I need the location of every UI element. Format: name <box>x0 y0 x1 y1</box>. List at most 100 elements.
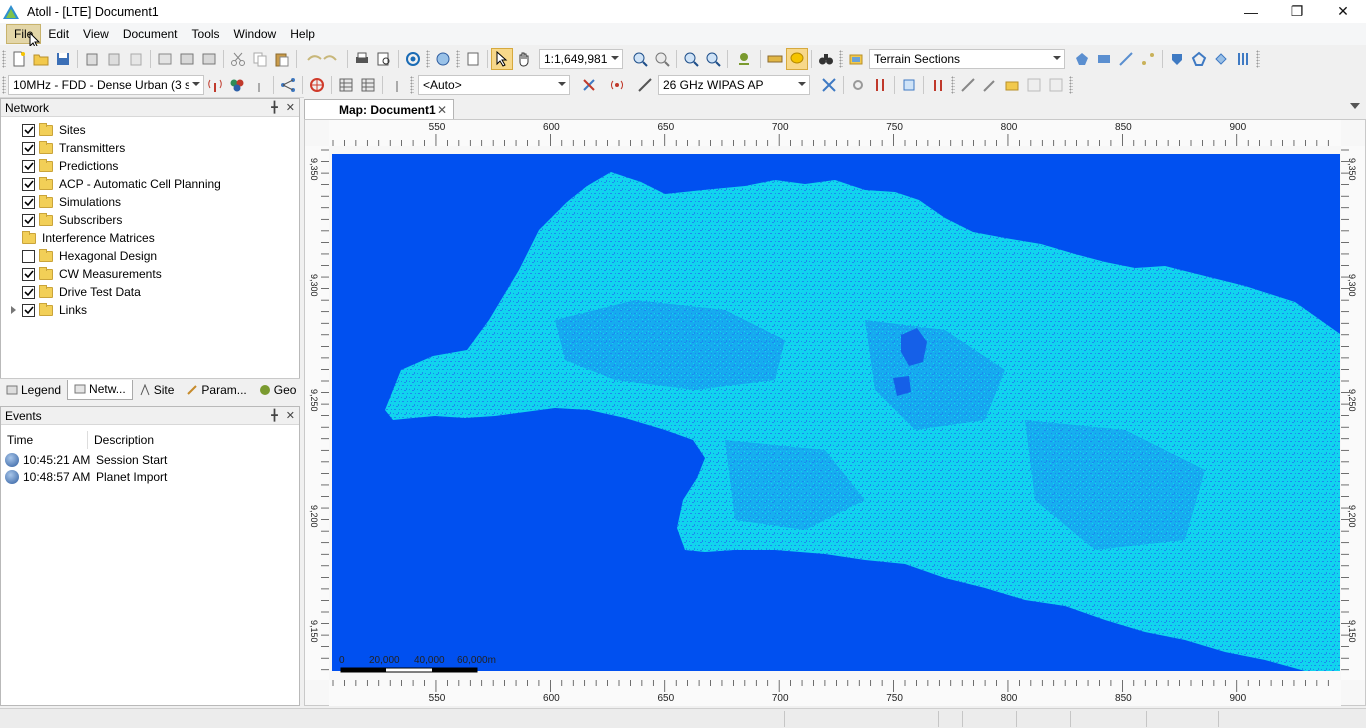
tree-item-checkbox[interactable] <box>22 123 35 137</box>
tree-item-checkbox[interactable] <box>22 249 35 263</box>
route-tool-button[interactable] <box>818 74 840 96</box>
draw-points-button[interactable] <box>1137 48 1159 70</box>
tree-item[interactable]: Simulations <box>11 193 121 211</box>
tree-item-checkbox[interactable] <box>22 267 35 281</box>
export-data-button[interactable] <box>898 74 920 96</box>
print-button[interactable] <box>351 48 373 70</box>
tree-item[interactable]: Transmitters <box>11 139 125 157</box>
link-tool-button[interactable] <box>578 74 600 96</box>
wipas-combo[interactable]: 26 GHz WIPAS AP <box>658 74 810 95</box>
close-panel-icon[interactable]: ✕ <box>286 101 295 114</box>
tree-item-checkbox[interactable] <box>22 213 35 227</box>
grid-tool-button[interactable] <box>1023 74 1045 96</box>
scale-combo[interactable]: 1:1,649,981 <box>539 49 623 69</box>
tree-item-checkbox[interactable] <box>22 285 35 299</box>
bearer-combo[interactable]: 10MHz - FDD - Dense Urban (3 sec <box>8 74 204 95</box>
event-row[interactable]: 10:45:21 AM Session Start <box>5 451 167 468</box>
network-tool-button[interactable] <box>277 74 299 96</box>
draw-line-button[interactable] <box>1115 48 1137 70</box>
export-button[interactable] <box>103 48 125 70</box>
tab-site[interactable]: Site <box>133 380 181 400</box>
column-description[interactable]: Description <box>94 433 154 447</box>
geo-tool-button[interactable] <box>731 48 757 70</box>
tree-item-checkbox[interactable] <box>22 303 35 317</box>
zoom-window-button[interactable] <box>680 48 702 70</box>
find-button[interactable] <box>815 48 837 70</box>
tree-item[interactable]: Hexagonal Design <box>11 247 157 265</box>
close-tab-icon[interactable]: ✕ <box>437 103 447 117</box>
tab-map-document1[interactable]: Map: Document1 ✕ <box>304 99 454 119</box>
tree-item[interactable]: ACP - Automatic Cell Planning <box>11 175 221 193</box>
open-button[interactable] <box>30 48 52 70</box>
measure-button[interactable] <box>764 48 786 70</box>
event-row[interactable]: 10:48:57 AM Planet Import <box>5 468 167 485</box>
expand-arrow-icon[interactable] <box>11 306 16 314</box>
menu-window[interactable]: Window <box>227 25 284 43</box>
draw-polygon-button[interactable] <box>1071 48 1093 70</box>
calculate-button[interactable] <box>402 48 424 70</box>
save-button[interactable] <box>52 48 74 70</box>
menu-edit[interactable]: Edit <box>41 25 76 43</box>
zoom-previous-button[interactable] <box>702 48 724 70</box>
tree-item-checkbox[interactable] <box>22 159 35 173</box>
paste-button[interactable] <box>271 48 293 70</box>
grid-table-button[interactable] <box>335 74 357 96</box>
auto-combo[interactable]: <Auto> <box>418 74 570 95</box>
database-button[interactable] <box>125 48 147 70</box>
microwave-link-button[interactable] <box>634 74 656 96</box>
pin-panel-icon[interactable]: ╋ <box>271 409 278 422</box>
tooltip-button[interactable] <box>786 48 808 70</box>
tree-item[interactable]: Interference Matrices <box>11 229 155 247</box>
undo-redo-button[interactable] <box>300 48 344 70</box>
map-canvas[interactable] <box>305 120 1366 707</box>
menu-view[interactable]: View <box>76 25 116 43</box>
archive-button[interactable] <box>176 48 198 70</box>
column-time[interactable]: Time <box>7 433 33 447</box>
menu-help[interactable]: Help <box>283 25 322 43</box>
refresh-button[interactable] <box>154 48 176 70</box>
tab-list-chevron-icon[interactable] <box>1350 103 1360 109</box>
tab-legend[interactable]: Legend <box>0 380 67 400</box>
menu-document[interactable]: Document <box>116 25 185 43</box>
close-panel-icon[interactable]: ✕ <box>286 409 295 422</box>
measure-tool-button[interactable] <box>957 74 979 96</box>
copy-button[interactable] <box>249 48 271 70</box>
draw-rectangle-button[interactable] <box>1093 48 1115 70</box>
edit-tool-button[interactable] <box>979 74 1001 96</box>
transfer-tool-button[interactable] <box>869 74 891 96</box>
tab-geo[interactable]: Geo <box>253 380 303 400</box>
minimize-button[interactable]: — <box>1228 0 1274 23</box>
zoom-in-button[interactable] <box>629 48 651 70</box>
tab-network[interactable]: Netw... <box>67 379 133 400</box>
globe-button[interactable] <box>432 48 454 70</box>
shape-tool-1-button[interactable] <box>1166 48 1188 70</box>
delete-data-button[interactable] <box>927 74 949 96</box>
terrain-sections-combo[interactable]: Terrain Sections <box>869 49 1065 69</box>
target-tool-button[interactable] <box>306 74 328 96</box>
antenna-button[interactable] <box>204 74 226 96</box>
document-properties-button[interactable] <box>462 48 484 70</box>
shape-tool-4-button[interactable] <box>1232 48 1254 70</box>
multi-tech-button[interactable] <box>226 74 248 96</box>
list-tool-button[interactable] <box>1045 74 1067 96</box>
menu-tools[interactable]: Tools <box>185 25 227 43</box>
import-button[interactable] <box>81 48 103 70</box>
map-view[interactable]: 0 20,000 40,000 60,000m 550 550 600 600 650 650 7… <box>304 119 1366 706</box>
toolbar-grip[interactable] <box>2 50 6 68</box>
zoom-out-button[interactable] <box>651 48 673 70</box>
pan-tool-button[interactable] <box>513 48 535 70</box>
config-tool-button[interactable] <box>847 74 869 96</box>
tree-item[interactable]: Subscribers <box>11 211 122 229</box>
transmitter-tool-button[interactable] <box>248 74 270 96</box>
shape-tool-3-button[interactable] <box>1210 48 1232 70</box>
restore-button[interactable]: ❐ <box>1274 0 1320 23</box>
cut-button[interactable] <box>227 48 249 70</box>
pin-panel-icon[interactable]: ╋ <box>271 101 278 114</box>
signal-tool-button[interactable] <box>606 74 628 96</box>
tree-item[interactable]: Sites <box>11 121 86 139</box>
sync-button[interactable] <box>198 48 220 70</box>
terrain-section-button[interactable] <box>845 48 867 70</box>
tree-item[interactable]: CW Measurements <box>11 265 162 283</box>
layer-tool-button[interactable] <box>1001 74 1023 96</box>
close-button[interactable]: ✕ <box>1320 0 1366 23</box>
